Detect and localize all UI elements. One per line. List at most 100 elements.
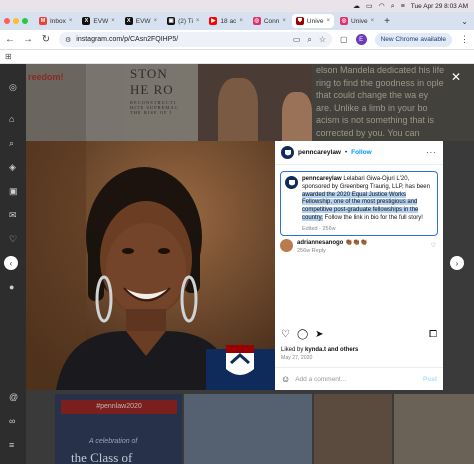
next-post-arrow-icon[interactable]: › <box>450 256 464 270</box>
post-photo[interactable] <box>26 141 275 390</box>
threads-icon[interactable]: @ <box>9 392 18 402</box>
tab-title: 18 ac <box>220 17 237 25</box>
meta-icon[interactable]: ∞ <box>9 416 15 426</box>
commenter-username[interactable]: adriannesanogo <box>297 240 343 246</box>
tab-close-icon[interactable]: × <box>327 18 331 24</box>
browser-tab[interactable]: ▶ 18 ac × <box>205 14 246 28</box>
tab-title: Unive <box>351 17 368 25</box>
comment-item: adriannesanogo 👏🏾👏🏾👏🏾 256w Reply ♡ <box>280 239 438 254</box>
forward-icon[interactable]: → <box>23 34 33 45</box>
bg-post-portraits[interactable] <box>198 64 312 141</box>
home-icon[interactable]: ⌂ <box>9 114 14 124</box>
bg-book-sub-3: THE RISE OF J <box>130 110 173 115</box>
creative-cloud-icon[interactable]: ☁ <box>353 3 360 10</box>
comment-icon[interactable]: ◯ <box>297 329 308 340</box>
bg-post-quote[interactable]: elson Mandela dedicated his life ring to… <box>312 64 474 141</box>
close-window-button[interactable] <box>4 18 10 24</box>
new-tab-button[interactable]: + <box>381 16 393 27</box>
tab-close-icon[interactable]: × <box>196 18 200 24</box>
instagram-logo-icon[interactable]: ◎ <box>9 82 17 93</box>
tab-close-icon[interactable]: × <box>154 18 158 24</box>
share-icon[interactable]: ➤ <box>315 329 323 340</box>
post-comment-button[interactable]: Post <box>423 376 437 383</box>
reels-icon[interactable]: ▣ <box>9 186 18 197</box>
bg-post-people[interactable] <box>314 394 392 464</box>
tab-close-icon[interactable]: × <box>69 18 73 24</box>
address-bar[interactable]: ⚙ instagram.com/p/CAsn2FQIHP5/ ▭ ⌕ ☆ <box>59 32 333 47</box>
account-username[interactable]: penncareylaw <box>298 149 341 156</box>
caption-username[interactable]: penncareylaw <box>302 176 342 182</box>
profile-nav-icon[interactable]: ● <box>9 282 14 292</box>
tab-close-icon[interactable]: × <box>371 18 375 24</box>
battery-icon[interactable]: ▭ <box>366 3 373 10</box>
caption-meta: Edited · 256w <box>302 225 336 232</box>
tab-close-icon[interactable]: × <box>111 18 115 24</box>
browser-tab[interactable]: X EVW × <box>78 14 118 28</box>
more-options-icon[interactable]: ··· <box>426 148 437 157</box>
follow-button[interactable]: Follow <box>351 149 372 156</box>
site-info-icon[interactable]: ⚙ <box>65 36 71 44</box>
bookmark-star-icon[interactable]: ☆ <box>319 35 326 45</box>
tab-favicon-icon: M <box>39 17 47 25</box>
menubar-clock[interactable]: Tue Apr 29 8:03 AM <box>411 3 468 10</box>
tab-close-icon[interactable]: × <box>282 18 286 24</box>
tab-close-icon[interactable]: × <box>239 18 243 24</box>
browser-tab[interactable]: M Inbox × <box>35 14 76 28</box>
profile-avatar[interactable]: E <box>355 34 367 45</box>
search-nav-icon[interactable]: ⌕ <box>9 138 14 149</box>
explore-icon[interactable]: ◈ <box>9 162 16 173</box>
bg-book-title-1: STON <box>130 66 168 81</box>
bg-post-speaker[interactable] <box>394 394 474 464</box>
add-comment-input[interactable]: Add a comment... <box>295 376 346 383</box>
account-avatar[interactable] <box>281 146 294 159</box>
tab-title: EVW <box>93 17 109 25</box>
reload-icon[interactable]: ↻ <box>41 34 51 45</box>
cast-icon[interactable]: ▭ <box>293 35 301 45</box>
comment-meta[interactable]: 256w Reply <box>297 248 367 254</box>
like-icon[interactable]: ♡ <box>281 329 290 340</box>
tab-strip: M Inbox × X EVW × X EVW × ▣ (2) Ti × ▶ 18 ac × ◎ Conn × ⛊ U… <box>0 12 474 30</box>
browser-tab[interactable]: ◎ Conn × <box>249 14 290 28</box>
bg-post-book[interactable]: STON HE RO RECONSTRUCTI HITE SUPREMAC TH… <box>126 64 198 141</box>
likes-prefix: Liked by <box>281 347 306 353</box>
browser-tab[interactable]: ▣ (2) Ti × <box>163 14 203 28</box>
control-center-icon[interactable]: ≡ <box>401 3 405 10</box>
likes-user[interactable]: kynda.t <box>305 347 326 353</box>
caption-part-2: Follow the link in bio for the full stor… <box>322 214 423 221</box>
back-icon[interactable]: ← <box>5 34 15 45</box>
post-detail-panel: penncareylaw • Follow ··· penncareylaw L… <box>275 141 443 390</box>
bg-post-trees[interactable] <box>184 394 312 464</box>
previous-post-arrow-icon[interactable]: ‹ <box>4 256 18 270</box>
emoji-icon[interactable]: ☺ <box>281 374 290 384</box>
tab-list: M Inbox × X EVW × X EVW × ▣ (2) Ti × ▶ 18 ac × ◎ Conn × ⛊ U… <box>35 14 378 28</box>
save-icon[interactable]: ⧠ <box>429 329 437 340</box>
comment-like-icon[interactable]: ♡ <box>431 242 436 249</box>
browser-tab[interactable]: X EVW × <box>121 14 161 28</box>
tab-search-icon[interactable]: ⌄ <box>461 17 468 26</box>
bg-class-of-text: the Class of <box>71 450 133 464</box>
extensions-icon[interactable]: ▢ <box>340 35 348 44</box>
zoom-window-button[interactable] <box>22 18 28 24</box>
browser-tab[interactable]: ⛊ Unive × <box>291 14 335 28</box>
apps-grid-icon[interactable]: ⊞ <box>5 52 12 61</box>
messages-icon[interactable]: ✉ <box>9 210 17 221</box>
bg-quote-text: elson Mandela dedicated his life ring to… <box>316 65 445 141</box>
more-menu-icon[interactable]: ≡ <box>9 440 14 450</box>
commenter-avatar[interactable] <box>280 239 293 252</box>
chrome-menu-icon[interactable]: ⋮ <box>460 34 469 45</box>
browser-tab[interactable]: ◎ Unive × <box>336 14 378 28</box>
search-icon[interactable]: ⌕ <box>391 3 395 10</box>
minimize-window-button[interactable] <box>13 18 19 24</box>
bg-post-freedom[interactable]: reedom! <box>26 64 126 141</box>
portrait-illustration <box>26 141 275 390</box>
bg-post-class-of-2020[interactable]: #pennlaw2020 A celebration of the Class … <box>55 394 182 464</box>
tab-title: EVW <box>135 17 151 25</box>
likes-others[interactable]: and others <box>326 347 359 353</box>
wifi-icon[interactable]: ◠ <box>379 3 385 10</box>
close-modal-icon[interactable]: ✕ <box>451 70 461 84</box>
tab-favicon-icon: ▶ <box>209 17 218 25</box>
new-chrome-available-button[interactable]: New Chrome available <box>374 32 452 47</box>
notifications-icon[interactable]: ♡ <box>9 234 17 245</box>
zoom-icon[interactable]: ⌕ <box>307 35 311 45</box>
caption-avatar[interactable] <box>285 176 298 189</box>
